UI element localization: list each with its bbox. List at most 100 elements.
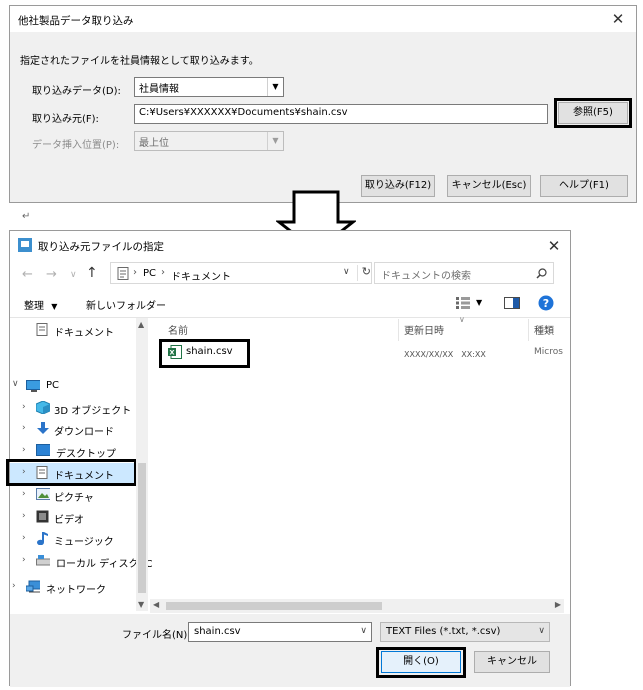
new-folder-button[interactable]: 新しいフォルダー xyxy=(86,297,166,312)
chevron-down-icon[interactable]: ∨ xyxy=(12,379,19,389)
nav-item-3d-objects[interactable]: › 3D オブジェクト xyxy=(10,398,136,418)
chevron-right-icon[interactable]: ▶ xyxy=(555,600,561,609)
chevron-right-icon[interactable]: › xyxy=(22,445,26,455)
import-data-select[interactable]: 社員情報 ▼ xyxy=(134,77,284,97)
search-icon xyxy=(536,268,547,279)
column-name[interactable]: 名前 xyxy=(168,322,188,337)
nav-item-pictures[interactable]: › ピクチャ xyxy=(10,485,136,505)
import-source-input[interactable]: C:¥Users¥XXXXXX¥Documents¥shain.csv xyxy=(134,104,548,124)
close-icon[interactable]: ✕ xyxy=(546,238,562,254)
file-type: Micros xyxy=(534,347,563,357)
pc-icon xyxy=(26,380,40,392)
scroll-thumb[interactable] xyxy=(166,602,382,610)
insert-position-label: データ挿入位置(P): xyxy=(32,140,120,151)
search-input[interactable]: ドキュメントの検索 xyxy=(374,262,554,284)
nav-item-pc[interactable]: ∨ PC xyxy=(10,376,136,396)
import-dialog-titlebar: 他社製品データ取り込み ✕ xyxy=(10,6,636,32)
chevron-down-icon[interactable]: ∨ xyxy=(538,626,545,636)
nav-item-videos[interactable]: › ビデオ xyxy=(10,507,136,527)
document-icon xyxy=(117,267,129,280)
chevron-right-icon[interactable]: › xyxy=(12,581,16,591)
preview-pane-icon[interactable] xyxy=(504,297,520,309)
up-arrow-icon[interactable]: ↑ xyxy=(86,265,98,281)
chevron-right-icon[interactable]: › xyxy=(22,402,26,412)
file-dialog-titlebar: 取り込み元ファイルの指定 ✕ xyxy=(10,231,570,259)
file-list-scrollbar[interactable]: ◀ ▶ xyxy=(150,599,564,613)
browse-button[interactable]: 参照(F5) xyxy=(558,102,628,124)
file-date: XXXX/XX/XX XX:XX xyxy=(404,350,486,359)
filename-label: ファイル名(N): xyxy=(122,630,191,641)
open-button[interactable]: 開く(O) xyxy=(381,651,461,673)
chevron-right-icon[interactable]: › xyxy=(22,555,26,565)
highlight-box xyxy=(6,459,137,486)
chevron-down-icon[interactable]: ▼ xyxy=(267,78,283,96)
column-separator[interactable] xyxy=(398,319,399,341)
nav-item-downloads[interactable]: › ダウンロード xyxy=(10,419,136,439)
filename-value: shain.csv xyxy=(194,626,241,637)
help-icon[interactable]: ? xyxy=(538,295,554,311)
chevron-right-icon[interactable]: › xyxy=(22,511,26,521)
chevron-down-icon[interactable]: ▼ xyxy=(476,298,482,307)
picture-icon xyxy=(36,488,50,500)
insert-position-select: 最上位 ▼ xyxy=(134,131,284,151)
address-bar[interactable]: › PC › ドキュメント ∨ ↻ xyxy=(110,262,372,284)
insert-position-value: 最上位 xyxy=(139,138,169,149)
column-separator[interactable] xyxy=(528,319,529,341)
forward-arrow-icon[interactable]: → xyxy=(46,267,57,282)
column-type[interactable]: 種類 xyxy=(534,322,554,337)
chevron-down-icon: ▼ xyxy=(267,132,283,150)
chevron-down-icon[interactable]: ▼ xyxy=(138,600,144,609)
column-date[interactable]: 更新日時 xyxy=(404,322,444,337)
import-data-label: 取り込みデータ(D): xyxy=(32,86,121,97)
file-dialog-title: 取り込み元ファイルの指定 xyxy=(38,241,164,253)
organize-button[interactable]: 整理 ▼ xyxy=(24,297,57,312)
nav-item-label: PC xyxy=(46,380,60,391)
file-type-filter: TEXT Files (*.txt, *.csv) xyxy=(386,626,501,637)
chevron-down-icon[interactable]: ∨ xyxy=(343,267,350,277)
import-dialog-title: 他社製品データ取り込み xyxy=(18,15,134,27)
nav-item-label: 3D オブジェクト xyxy=(54,406,132,417)
close-icon[interactable]: ✕ xyxy=(610,11,626,27)
document-icon xyxy=(36,323,48,336)
help-button[interactable]: ヘルプ(F1) xyxy=(540,175,628,197)
import-button[interactable]: 取り込み(F12) xyxy=(361,175,435,197)
dialog-footer: ファイル名(N): shain.csv ∨ TEXT Files (*.txt,… xyxy=(10,614,570,687)
nav-item-documents-quick[interactable]: ドキュメント xyxy=(10,320,136,340)
refresh-icon[interactable]: ↻ xyxy=(357,265,371,281)
svg-text:?: ? xyxy=(543,297,549,310)
breadcrumb-separator-icon: › xyxy=(133,267,137,278)
nav-item-label: デスクトップ xyxy=(56,449,116,460)
chevron-right-icon[interactable]: › xyxy=(22,423,26,433)
chevron-right-icon[interactable]: › xyxy=(22,533,26,543)
import-source-value: C:¥Users¥XXXXXX¥Documents¥shain.csv xyxy=(139,107,348,118)
chevron-left-icon[interactable]: ◀ xyxy=(153,600,159,609)
breadcrumb-documents[interactable]: ドキュメント xyxy=(171,268,231,283)
file-type-select[interactable]: TEXT Files (*.txt, *.csv) ∨ xyxy=(380,622,550,642)
import-dialog: 他社製品データ取り込み ✕ 指定されたファイルを社員情報として取り込みます。 取… xyxy=(9,5,637,203)
highlight-box xyxy=(159,339,250,368)
breadcrumb-pc[interactable]: PC xyxy=(143,268,156,279)
cube-icon xyxy=(36,401,50,414)
music-note-icon xyxy=(37,532,48,545)
scroll-thumb[interactable] xyxy=(138,463,146,593)
nav-item-local-disk[interactable]: › ローカル ディスク (C xyxy=(10,551,153,571)
nav-item-music[interactable]: › ミュージック xyxy=(10,529,136,549)
chevron-right-icon[interactable]: › xyxy=(22,489,26,499)
view-options-icon[interactable] xyxy=(456,297,470,309)
sort-chevron-icon: ∨ xyxy=(459,315,465,324)
import-description: 指定されたファイルを社員情報として取り込みます。 xyxy=(20,56,259,67)
drive-icon xyxy=(36,555,50,566)
chevron-down-icon[interactable]: ∨ xyxy=(360,626,367,636)
back-arrow-icon[interactable]: ← xyxy=(22,267,33,282)
chevron-up-icon[interactable]: ▲ xyxy=(138,320,144,329)
nav-scrollbar[interactable]: ▲ ▼ xyxy=(136,318,148,611)
recent-chevron-icon[interactable]: ∨ xyxy=(70,270,77,280)
command-bar: 整理 ▼ 新しいフォルダー ▼ ? xyxy=(10,289,570,317)
nav-item-network[interactable]: › ネットワーク xyxy=(10,577,136,597)
file-cancel-button[interactable]: キャンセル xyxy=(474,651,550,673)
nav-item-label: ドキュメント xyxy=(54,328,114,339)
nav-item-desktop[interactable]: › デスクトップ xyxy=(10,441,136,461)
organize-label: 整理 xyxy=(24,301,44,312)
import-cancel-button[interactable]: キャンセル(Esc) xyxy=(447,175,531,197)
filename-input[interactable]: shain.csv ∨ xyxy=(188,622,372,642)
